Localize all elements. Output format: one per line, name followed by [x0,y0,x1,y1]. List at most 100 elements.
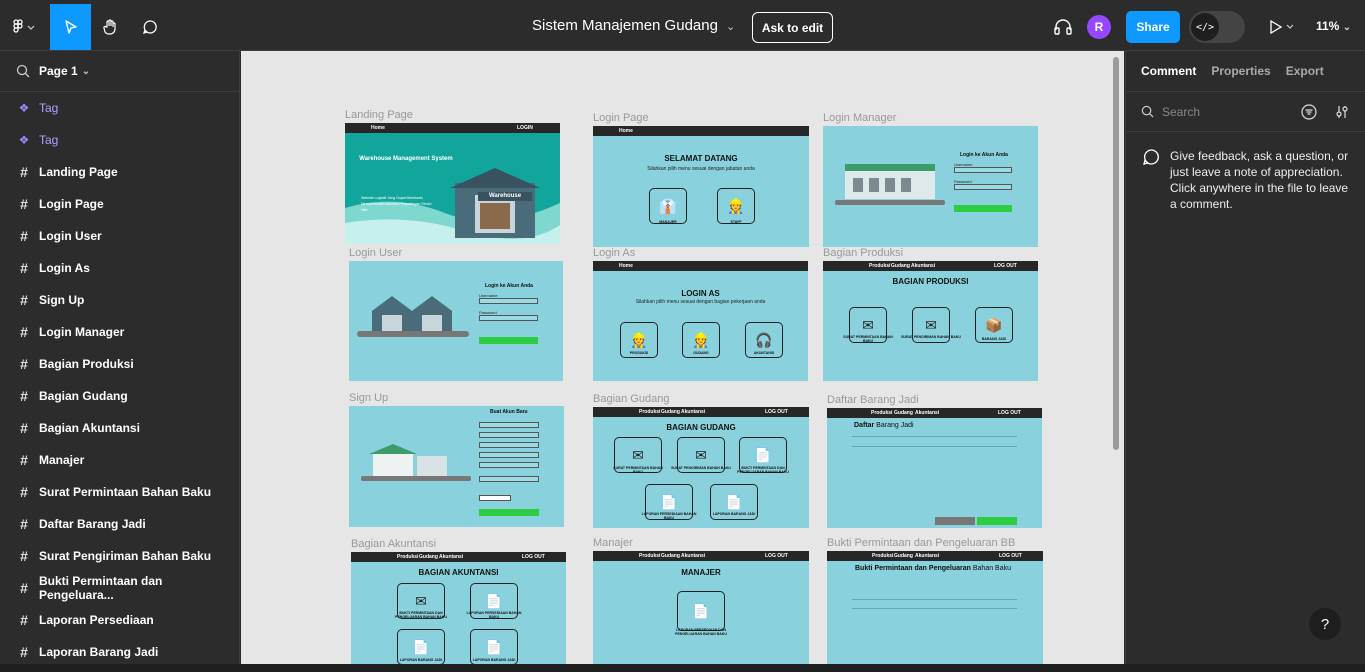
layer-item[interactable]: # Login As [0,252,240,284]
layer-item[interactable]: ❖ Tag [0,124,240,156]
frame-bagian-produksi[interactable]: Produksi Gudang Akuntansi LOG OUT BAGIAN PR… [823,261,1038,381]
layer-item[interactable]: # Login User [0,220,240,252]
zoom-value: 11% [1316,19,1340,33]
settings-sliders-icon[interactable] [1334,104,1350,120]
share-button[interactable]: Share [1126,11,1180,43]
frame-icon: # [20,420,28,436]
frame-login-page[interactable]: Home SELAMAT DATANG Silahkan pilih menu … [593,126,809,247]
layer-item[interactable]: # Login Manager [0,316,240,348]
layer-item[interactable]: # Bagian Produksi [0,348,240,380]
frame-label-login-manager[interactable]: Login Manager [823,112,896,124]
frame-label-landing[interactable]: Landing Page [345,109,413,121]
frame-label-daftar[interactable]: Daftar Barang Jadi [827,394,919,406]
landing-title: Warehouse Management System [359,156,453,162]
frame-label-signup[interactable]: Sign Up [349,392,388,404]
comment-icon [1143,149,1159,165]
nav-item: Akuntansi [439,554,464,560]
nav-item: Gudang [419,554,438,560]
frame-login-manager[interactable]: Login ke Akun Anda Username Password [823,126,1038,247]
layer-item[interactable]: ❖ Tag [0,92,240,124]
help-button[interactable]: ? [1309,608,1341,640]
layer-item[interactable]: # Landing Page [0,156,240,188]
layer-item[interactable]: # Sign Up [0,284,240,316]
nav-logout: LOG OUT [522,554,545,560]
frame-daftar-barang-jadi[interactable]: Produksi Gudang Akuntansi LOG OUT Daftar Ba… [827,408,1042,528]
frame-login-user[interactable]: Login ke Akun Anda Username Password [349,261,563,381]
frame-label-produksi[interactable]: Bagian Produksi [823,247,903,259]
nav-login: LOGIN [517,125,533,131]
document-title[interactable]: Sistem Manajemen Gudang ⌄ [532,17,735,34]
frame-icon: # [20,164,28,180]
tab-properties[interactable]: Properties [1211,64,1270,78]
nav-item: Gudang [891,263,910,269]
option-caption: MANAJER [659,220,677,224]
frame-bukti-permintaan[interactable]: Produksi Gudang Akuntansi LOG OUT Bukti Per… [827,551,1043,672]
layer-item[interactable]: # Laporan Persediaan [0,604,240,636]
comment-tool-button[interactable] [131,4,169,50]
layer-item[interactable]: # Daftar Barang Jadi [0,508,240,540]
frame-landing-page[interactable]: Home LOGIN Warehouse Management System Wa… [345,123,560,244]
comment-search[interactable]: Search [1126,92,1365,132]
frame-label-akuntansi[interactable]: Bagian Akuntansi [351,538,436,550]
nav-item: Gudang [894,410,913,416]
zoom-level[interactable]: 11% ⌄ [1316,19,1351,33]
filter-icon[interactable] [1301,104,1317,120]
page-selector[interactable]: Page 1 ⌄ [0,51,239,92]
doc-icon: 📄 [677,591,725,631]
present-button[interactable] [1264,4,1300,50]
frame-manajer[interactable]: Produksi Gudang Akuntansi LOG OUT MANAJER 📄… [593,551,809,672]
tab-export[interactable]: Export [1286,64,1324,78]
layer-item[interactable]: # Bukti Permintaan dan Pengeluara... [0,572,240,604]
frame-sign-up[interactable]: Buat Akun Baru [349,406,564,527]
layer-item[interactable]: # Bagian Akuntansi [0,412,240,444]
frame-label-bukti[interactable]: Bukti Permintaan dan Pengeluaran BB [827,537,1015,549]
main-menu-button[interactable] [4,4,44,50]
frame-label-login-as[interactable]: Login As [593,247,635,259]
warehouse-illustration [835,164,945,205]
option-caption: LAPORAN PERSEDIAAN BAHAN BAKU [466,611,522,619]
search-placeholder: Search [1162,104,1201,119]
tab-comment[interactable]: Comment [1141,64,1196,78]
frame-bagian-akuntansi[interactable]: Produksi Gudang Akuntansi LOG OUT BAGIAN AK… [351,552,566,672]
move-tool-button[interactable] [50,4,91,50]
frame-label-manajer[interactable]: Manajer [593,537,633,549]
ask-to-edit-button[interactable]: Ask to edit [752,12,833,43]
layer-label: Manajer [39,453,85,467]
avatar[interactable]: R [1087,15,1111,39]
option-caption: STAFF [730,220,742,224]
layer-label: Login Page [39,197,104,211]
layer-item[interactable]: # Login Page [0,188,240,220]
frame-bagian-gudang[interactable]: Produksi Gudang Akuntansi LOG OUT BAGIAN GU… [593,407,809,528]
layer-item[interactable]: # Bagian Gudang [0,380,240,412]
play-icon [1270,20,1294,34]
frame-icon: # [20,324,28,340]
canvas-scrollbar[interactable] [1113,57,1119,450]
chevron-down-icon: ⌄ [725,21,736,33]
audio-button[interactable] [1050,4,1076,50]
title-bold: Bukti Permintaan dan Pengeluaran [855,565,971,572]
chevron-down-icon: ⌄ [81,65,91,77]
option-caption: BUKTI PERMINTAAN DAN PENGELUARAN BAHAN B… [737,466,789,474]
layer-item[interactable]: # Surat Permintaan Bahan Baku [0,476,240,508]
option-caption: LAPORAN BARANG JADI [712,512,756,516]
manager-option: 👔 [649,188,687,224]
layer-item[interactable]: # Manajer [0,444,240,476]
layer-item[interactable]: # Surat Pengiriman Bahan Baku [0,540,240,572]
frame-label-login-user[interactable]: Login User [349,247,402,259]
frame-icon: # [20,580,28,596]
os-taskbar [0,664,1365,672]
frame-login-as[interactable]: Home LOGIN AS Silahkan pilih menu sesuai… [593,261,808,381]
dev-mode-toggle[interactable]: </> [1189,11,1245,43]
option-caption: LAPORAN PERSEDIAAN DAN PENGELUARAN BAHAN… [675,628,727,636]
canvas[interactable]: Landing Page Home LOGIN Warehouse Managem… [241,51,1124,672]
frame-icon: # [20,356,28,372]
hand-tool-button[interactable] [92,4,130,50]
frame-nav: Home [593,261,808,271]
frame-label-gudang[interactable]: Bagian Gudang [593,393,669,405]
frame-icon: # [20,516,28,532]
signup-field [479,462,539,468]
frame-title: BAGIAN GUDANG [666,423,736,432]
layers-panel: Page 1 ⌄ ❖ Tag ❖ Tag # Landing Page # Login Pag… [0,51,240,672]
component-icon: ❖ [18,101,30,115]
frame-label-login-page[interactable]: Login Page [593,112,649,124]
